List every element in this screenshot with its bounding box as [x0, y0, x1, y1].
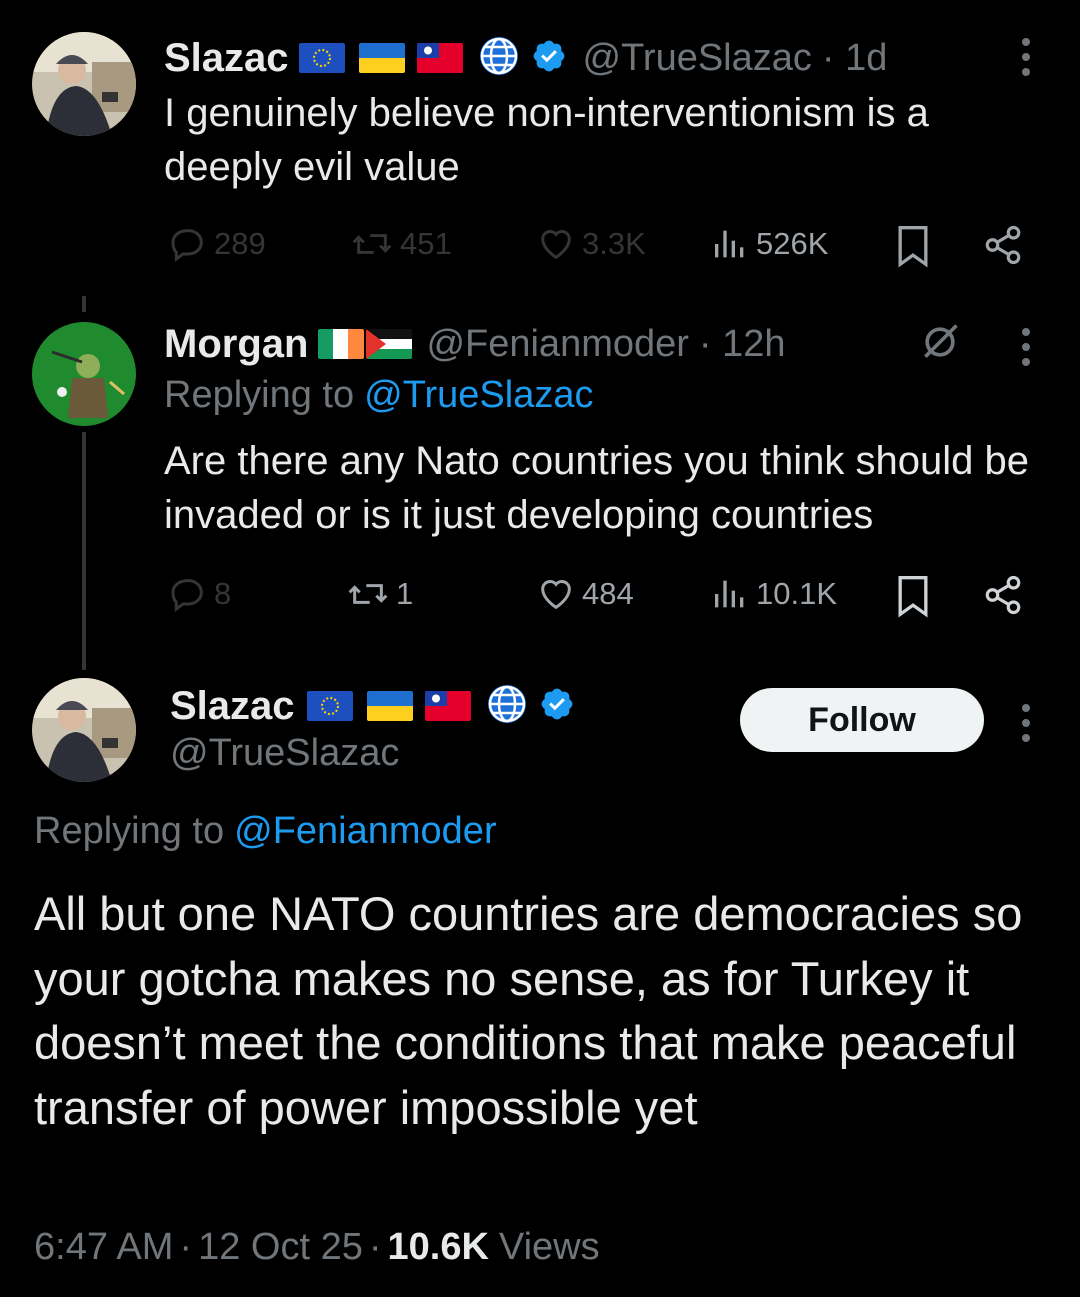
taiwan-flag-icon: [424, 691, 471, 721]
avatar[interactable]: [32, 32, 136, 136]
display-name[interactable]: Morgan: [164, 322, 308, 367]
heart-icon: [541, 580, 571, 610]
taiwan-flag-icon: [416, 43, 463, 73]
ukraine-flag-icon: [366, 691, 413, 721]
share-button[interactable]: [982, 224, 1024, 266]
replying-to-label: Replying to: [164, 374, 355, 416]
tweet-meta: 6:47 AM · 12 Oct 25 · 10.6K Views: [34, 1226, 600, 1269]
replying-to-link[interactable]: @TrueSlazac: [364, 374, 593, 417]
verified-badge-icon: [531, 38, 567, 79]
thread-line: [82, 296, 86, 312]
views-count: 526K: [756, 226, 829, 261]
thread-line: [82, 432, 86, 670]
heart-icon: [541, 230, 571, 260]
like-count: 484: [582, 576, 634, 611]
more-options-icon[interactable]: [1022, 704, 1032, 749]
meta-separator: ·: [368, 1226, 382, 1268]
share-icon: [985, 225, 1021, 265]
like-button[interactable]: 3.3K: [536, 224, 646, 264]
share-icon: [985, 575, 1021, 615]
views-button[interactable]: 526K: [710, 224, 828, 264]
handle[interactable]: @Fenianmoder: [426, 323, 688, 366]
meta-separator: ·: [179, 1226, 193, 1268]
bookmark-button[interactable]: [894, 574, 932, 618]
reply-icon: [171, 229, 203, 262]
replying-to-link[interactable]: @Fenianmoder: [234, 810, 496, 853]
handle[interactable]: @TrueSlazac: [170, 732, 399, 775]
globe-icon: [477, 34, 521, 83]
like-button[interactable]: 484: [536, 574, 634, 614]
bookmark-icon: [898, 576, 928, 618]
bookmark-button[interactable]: [894, 224, 932, 268]
views-count: 10.6K: [387, 1226, 489, 1268]
tweet-header: Morgan @Fenianmoder · 12h: [164, 316, 786, 372]
eu-flag-icon: [306, 691, 353, 721]
more-options-icon[interactable]: [1022, 38, 1032, 83]
timestamp[interactable]: · 12h: [699, 323, 786, 366]
replying-to: Replying to @TrueSlazac: [164, 374, 593, 417]
retweet-icon: [348, 584, 388, 604]
globe-icon: [485, 682, 529, 731]
share-button[interactable]: [982, 574, 1024, 616]
eu-flag-icon: [298, 43, 345, 73]
views-icon: [715, 580, 744, 608]
reply-count: 289: [214, 226, 266, 261]
tweet-header: Slazac @TrueSlazac · 1d: [164, 30, 887, 86]
views-label: Views: [498, 1226, 600, 1268]
replying-to: Replying to @Fenianmoder: [34, 810, 497, 853]
retweet-button[interactable]: 451: [350, 224, 452, 264]
ukraine-flag-icon: [358, 43, 405, 73]
tweet-text: Are there any Nato countries you think s…: [164, 439, 1029, 537]
retweet-count: 1: [396, 576, 414, 611]
reply-button[interactable]: 289: [168, 224, 266, 264]
palestine-flag-icon: [366, 329, 413, 359]
tweet-date[interactable]: 12 Oct 25: [198, 1226, 363, 1269]
grok-icon[interactable]: [918, 320, 962, 369]
views-button[interactable]: 10.1K: [710, 574, 837, 614]
retweet-icon: [352, 234, 392, 254]
display-name[interactable]: Slazac: [164, 36, 289, 81]
like-count: 3.3K: [582, 226, 646, 261]
reply-count: 8: [214, 576, 232, 611]
bookmark-icon: [898, 226, 928, 268]
timestamp[interactable]: · 1d: [822, 37, 887, 80]
retweet-count: 451: [400, 226, 452, 261]
views-icon: [715, 230, 744, 258]
retweet-button[interactable]: 1: [346, 574, 413, 614]
reply-button[interactable]: 8: [168, 574, 231, 614]
views-count: 10.1K: [756, 576, 838, 611]
reply-icon: [171, 579, 203, 612]
tweet-header: Slazac: [170, 678, 575, 734]
follow-button[interactable]: Follow: [740, 688, 984, 752]
verified-badge-icon: [539, 686, 575, 727]
handle[interactable]: @TrueSlazac: [583, 37, 812, 80]
tweet-time[interactable]: 6:47 AM: [34, 1226, 173, 1269]
display-name[interactable]: Slazac: [170, 684, 295, 729]
tweet-text: I genuinely believe non-interventionism …: [164, 91, 929, 189]
more-options-icon[interactable]: [1022, 328, 1032, 373]
avatar[interactable]: [32, 322, 136, 426]
avatar[interactable]: [32, 678, 136, 782]
tweet-text: All but one NATO countries are democraci…: [34, 887, 1023, 1134]
replying-to-label: Replying to: [34, 810, 225, 852]
ireland-flag-icon: [318, 329, 365, 359]
